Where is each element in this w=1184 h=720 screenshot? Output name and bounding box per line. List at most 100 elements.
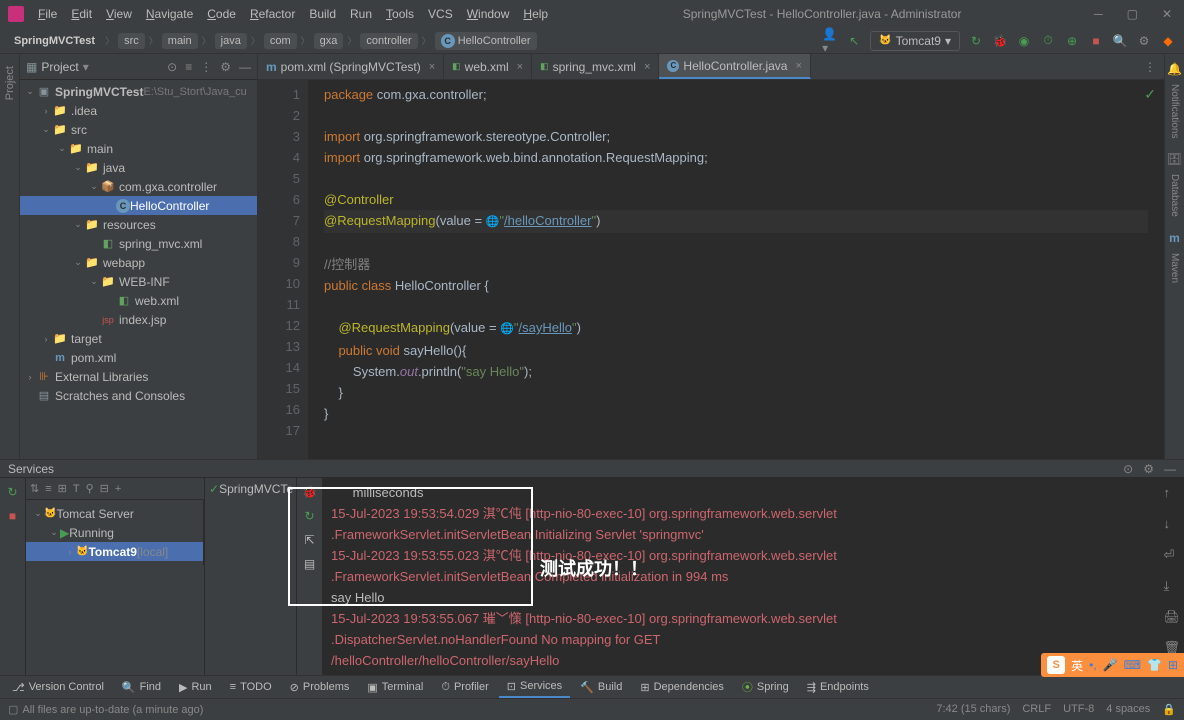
search-icon[interactable]: 🔍 xyxy=(1112,33,1128,49)
menu-vcs[interactable]: VCS xyxy=(422,4,459,24)
output-icon[interactable]: ▤ xyxy=(302,556,318,572)
notifications-tab-icon[interactable]: 🔔 xyxy=(1167,62,1182,76)
service-tomcat9[interactable]: ›🐱 Tomcat9 [local] xyxy=(26,542,203,561)
tree-indexjsp[interactable]: jspindex.jsp xyxy=(20,310,257,329)
lock-icon[interactable]: 🔒 xyxy=(1162,703,1176,716)
update-icon[interactable]: ↻ xyxy=(302,508,318,524)
tree-package[interactable]: ⌄📦com.gxa.controller xyxy=(20,177,257,196)
hide-icon[interactable]: — xyxy=(1164,462,1176,476)
services-tab[interactable]: ⊡Services xyxy=(499,676,570,698)
todo-tab[interactable]: ≡TODO xyxy=(222,676,280,698)
maximize-icon[interactable]: ▢ xyxy=(1123,7,1142,21)
editor-tab-pom[interactable]: mpom.xml (SpringMVCTest)× xyxy=(258,54,444,79)
close-tab-icon[interactable]: × xyxy=(644,61,650,73)
terminal-tab[interactable]: ▣Terminal xyxy=(359,676,431,698)
service-tomcat-server[interactable]: ⌄🐱 Tomcat Server xyxy=(26,504,203,523)
tree-src[interactable]: ⌄📁src xyxy=(20,120,257,139)
menu-code[interactable]: Code xyxy=(201,4,242,24)
tool-icon[interactable]: T xyxy=(73,483,80,495)
database-tab-icon[interactable]: 🗄 xyxy=(1167,152,1182,166)
breadcrumb-src[interactable]: src xyxy=(118,33,145,49)
menu-run[interactable]: Run xyxy=(344,4,378,24)
menu-refactor[interactable]: Refactor xyxy=(244,4,301,24)
close-tab-icon[interactable]: × xyxy=(429,61,435,73)
sogou-icon[interactable]: S xyxy=(1047,656,1065,674)
project-tab[interactable]: Project xyxy=(4,62,16,104)
print-icon[interactable]: 🖨 xyxy=(1163,606,1180,627)
close-icon[interactable]: ✕ xyxy=(1158,7,1176,21)
breadcrumb-main[interactable]: main xyxy=(162,33,198,49)
tool-icon[interactable]: ⚲ xyxy=(86,482,94,495)
rerun-icon[interactable]: ↻ xyxy=(5,484,21,500)
attach-icon[interactable]: ⊕ xyxy=(1064,33,1080,49)
tree-main[interactable]: ⌄📁main xyxy=(20,139,257,158)
menu-help[interactable]: Help xyxy=(517,4,554,24)
debug-icon[interactable]: 🐞 xyxy=(992,33,1008,49)
code-editor[interactable]: package com.gxa.controller; import org.s… xyxy=(308,80,1164,459)
endpoints-tab[interactable]: ⇶Endpoints xyxy=(799,676,877,698)
breadcrumb-com[interactable]: com xyxy=(264,33,297,49)
collapse-icon[interactable]: ⋮ xyxy=(200,60,212,74)
tree-pom[interactable]: pom.xml xyxy=(20,348,257,367)
gear-icon[interactable]: ⚙ xyxy=(1136,33,1152,49)
editor-tab-hellocontroller[interactable]: CHelloController.java× xyxy=(659,54,811,79)
profiler-tab[interactable]: ⏱Profiler xyxy=(433,676,496,698)
hammer-icon[interactable]: ↖ xyxy=(846,33,862,49)
tree-idea[interactable]: ›📁.idea xyxy=(20,101,257,120)
inspection-ok-icon[interactable]: ✓ xyxy=(1144,86,1156,103)
ime-lang-icon[interactable]: 英 xyxy=(1071,657,1083,674)
profile-icon[interactable]: ⏱ xyxy=(1040,33,1056,49)
minimize-icon[interactable]: ─ xyxy=(1090,7,1107,21)
editor-tab-springmvc[interactable]: ◧spring_mvc.xml× xyxy=(532,54,659,79)
deploy-icon[interactable]: ⇱ xyxy=(302,532,318,548)
maven-tab[interactable]: Maven xyxy=(1169,245,1180,291)
editor-body[interactable]: 1234567891011121314151617 package com.gx… xyxy=(258,80,1164,459)
ime-toolbox-icon[interactable]: ⊞ xyxy=(1168,658,1178,672)
select-opened-file-icon[interactable]: ⊙ xyxy=(167,60,177,74)
build-tab[interactable]: 🔨Build xyxy=(572,676,630,698)
run-icon[interactable]: ↻ xyxy=(968,33,984,49)
editor-tabs-more-icon[interactable]: ⋮ xyxy=(1136,60,1164,74)
soft-wrap-icon[interactable]: ⏎ xyxy=(1163,544,1180,565)
close-tab-icon[interactable]: × xyxy=(517,61,523,73)
tool-icon[interactable]: ⇅ xyxy=(30,482,39,495)
breadcrumb-controller[interactable]: controller xyxy=(360,33,417,49)
breadcrumb-gxa[interactable]: gxa xyxy=(314,33,344,49)
gear-icon[interactable]: ⚙ xyxy=(1143,462,1154,476)
editor-tab-webxml[interactable]: ◧web.xml× xyxy=(444,54,532,79)
tree-class-hellocontroller[interactable]: C HelloController xyxy=(20,196,257,215)
indent[interactable]: 4 spaces xyxy=(1106,703,1150,716)
ime-skin-icon[interactable]: 👕 xyxy=(1147,658,1162,672)
scroll-icon[interactable]: ⊙ xyxy=(1123,462,1133,476)
spring-tab[interactable]: ⦿Spring xyxy=(734,676,797,698)
encoding[interactable]: UTF-8 xyxy=(1063,703,1094,716)
jetbrains-icon[interactable]: ◆ xyxy=(1160,33,1176,49)
close-tab-icon[interactable]: × xyxy=(795,60,801,72)
find-tab[interactable]: 🔍Find xyxy=(114,676,169,698)
tree-root[interactable]: ⌄▣SpringMVCTest E:\Stu_Stort\Java_cu xyxy=(20,82,257,101)
scroll-up-icon[interactable]: ↑ xyxy=(1163,482,1180,503)
line-sep[interactable]: CRLF xyxy=(1022,703,1051,716)
breadcrumb-root[interactable]: SpringMVCTest xyxy=(8,33,101,49)
tree-webxml[interactable]: web.xml xyxy=(20,291,257,310)
database-tab[interactable]: Database xyxy=(1169,166,1180,225)
expand-icon[interactable]: ≡ xyxy=(185,60,192,74)
version-control-tab[interactable]: ⎇Version Control xyxy=(4,676,112,698)
tool-icon[interactable]: ⊞ xyxy=(58,482,67,495)
tool-icon[interactable]: ⊟ xyxy=(100,482,109,495)
stop-icon[interactable]: ■ xyxy=(5,508,21,524)
scroll-to-end-icon[interactable]: ⤓ xyxy=(1163,575,1180,596)
dependencies-tab[interactable]: ⊞Dependencies xyxy=(632,676,732,698)
debug-tab-icon[interactable]: 🐞 xyxy=(302,484,318,500)
menu-view[interactable]: View xyxy=(100,4,138,24)
tool-icon[interactable]: ≡ xyxy=(45,483,51,495)
ime-punct-icon[interactable]: •, xyxy=(1089,658,1097,672)
menu-file[interactable]: File xyxy=(32,4,63,24)
breadcrumb-java[interactable]: java xyxy=(215,33,247,49)
menu-edit[interactable]: Edit xyxy=(65,4,98,24)
problems-tab[interactable]: ⊘Problems xyxy=(282,676,358,698)
cursor-position[interactable]: 7:42 (15 chars) xyxy=(936,703,1010,716)
menu-navigate[interactable]: Navigate xyxy=(140,4,199,24)
scroll-down-icon[interactable]: ↓ xyxy=(1163,513,1180,534)
menu-build[interactable]: Build xyxy=(303,4,342,24)
